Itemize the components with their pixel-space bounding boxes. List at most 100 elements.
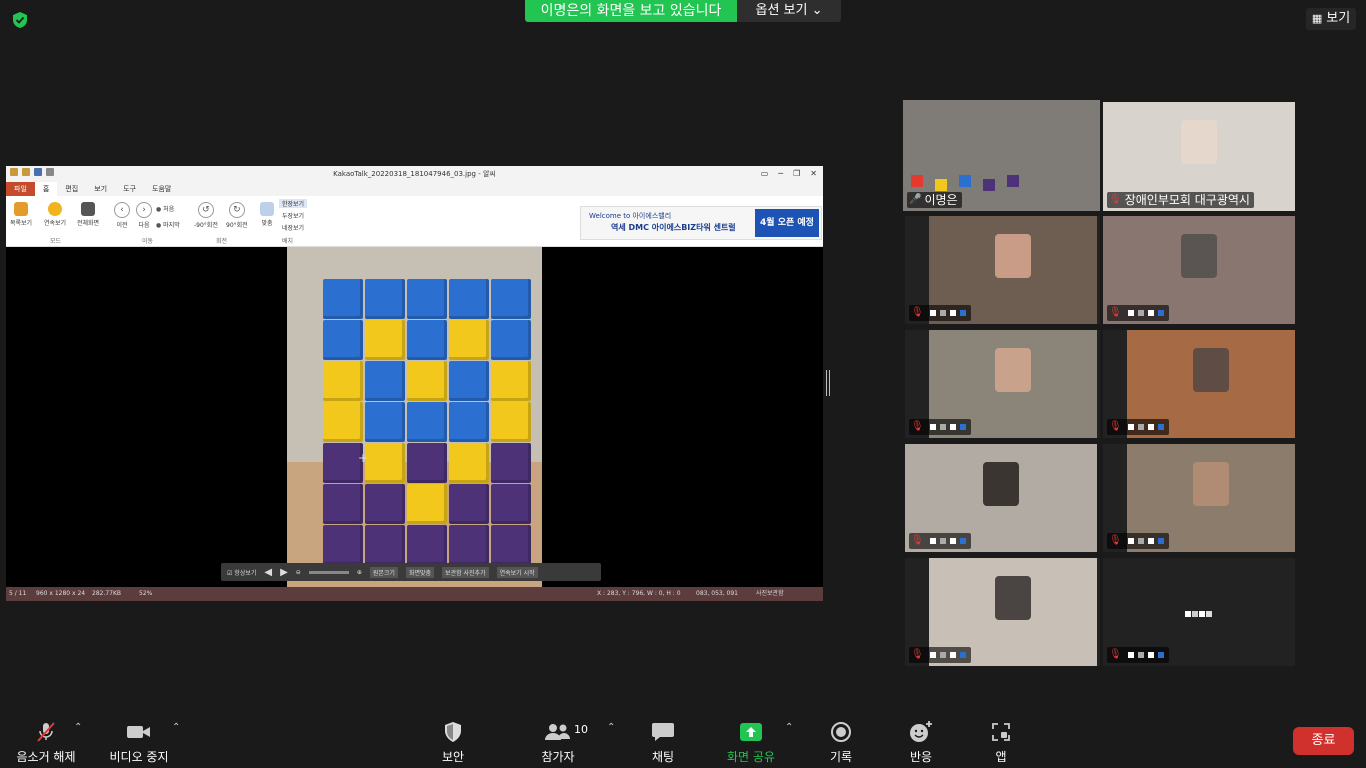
toy-cube	[1007, 175, 1019, 187]
last-button[interactable]: ● 마지막	[156, 220, 180, 229]
fit-screen-button[interactable]: 화면맞춤	[405, 566, 435, 578]
ad-banner[interactable]: Welcome to 아이에스밸리 역세 DMC 아이에스BIZ타워 센트럴 4…	[580, 206, 822, 240]
status-color: 083, 053, 091	[696, 590, 738, 597]
participant-tile[interactable]: 🎙	[905, 558, 1100, 666]
menu-view[interactable]: 보기	[86, 182, 115, 196]
app-icon	[10, 168, 18, 176]
participant-name: 장애인부모회 대구광역시	[1124, 193, 1250, 207]
obscured-name-block	[949, 652, 956, 658]
participant-tile[interactable]: 🎙	[1103, 444, 1295, 552]
toy-cube	[935, 179, 947, 191]
participant-tile[interactable]: 🎙	[1103, 216, 1295, 324]
close-icon[interactable]: ✕	[810, 166, 817, 182]
rotate-left-icon: ↺	[197, 202, 214, 218]
share-options-chevron-up-icon[interactable]: ⌃	[785, 722, 793, 733]
stop-video-button[interactable]: 비디오 중지	[106, 720, 172, 765]
chat-button[interactable]: 채팅	[649, 720, 677, 765]
participants-chevron-up-icon[interactable]: ⌃	[607, 722, 615, 733]
participant-tile[interactable]: 🎙	[905, 216, 1100, 324]
obscured-name-block	[949, 310, 956, 316]
toy-cube	[323, 484, 363, 524]
open-icon[interactable]	[22, 168, 30, 176]
participant-name-tag: 🎙	[1107, 419, 1169, 435]
end-meeting-button[interactable]: 종료	[1293, 727, 1354, 755]
always-on-checkbox[interactable]: ☑ 항상보기	[227, 568, 256, 577]
status-zoom: 52%	[139, 590, 153, 597]
slideshow-button[interactable]: 연속보기	[44, 202, 66, 227]
obscured-name-block	[939, 310, 946, 316]
reactions-button[interactable]: 반응	[906, 720, 936, 765]
save-icon[interactable]	[34, 168, 42, 176]
rotate-right-button[interactable]: ↻ 90°회전	[226, 202, 248, 229]
record-icon	[830, 720, 852, 744]
fit-button[interactable]: 맞춤	[260, 202, 274, 227]
participant-face	[1181, 234, 1217, 278]
minimize-icon[interactable]: ─	[778, 166, 783, 182]
start-slideshow-button[interactable]: 연속보기 시작	[496, 566, 538, 578]
security-shield-icon[interactable]	[11, 11, 29, 29]
security-button[interactable]: 보안	[436, 720, 470, 765]
maximize-icon[interactable]: ❐	[793, 166, 800, 182]
obscured-name-block	[959, 652, 966, 658]
rotate-right-icon: ↻	[228, 202, 245, 218]
participant-tile[interactable]: 🎙 장애인부모회 대구광역시	[1103, 102, 1295, 211]
next-button[interactable]: › 다음	[136, 202, 152, 229]
obscured-name-block	[1127, 424, 1134, 430]
rotate-left-button[interactable]: ↺ -90°회전	[194, 202, 218, 229]
prev-image-icon[interactable]: ◀	[264, 567, 272, 578]
share-screen-button[interactable]: 화면 공유	[724, 720, 778, 765]
add-to-album-button[interactable]: 보관함 사진추가	[442, 566, 489, 578]
restore-icon[interactable]: ▭	[761, 166, 769, 182]
toy-cube	[365, 443, 405, 483]
menu-edit[interactable]: 편집	[57, 182, 86, 196]
apps-button[interactable]: 앱	[990, 720, 1012, 765]
next-image-icon[interactable]: ▶	[280, 567, 288, 578]
two-view-option[interactable]: 두장보기	[282, 211, 304, 220]
fullscreen-label: 전체화면	[77, 220, 100, 227]
four-view-option[interactable]: 네장보기	[282, 223, 304, 232]
window-controls: ▭ ─ ❐ ✕	[761, 166, 817, 182]
displayed-photo	[287, 247, 542, 587]
zoom-out-icon[interactable]: ⊖	[296, 569, 301, 576]
toy-cube	[323, 361, 363, 401]
zoom-slider[interactable]	[308, 570, 349, 574]
participant-tile[interactable]: 🎙	[905, 330, 1100, 438]
participant-tile[interactable]: 🎙	[905, 444, 1097, 552]
apps-label: 앱	[995, 750, 1007, 764]
audio-options-chevron-up-icon[interactable]: ⌃	[74, 722, 82, 733]
crosshair-cursor: +	[358, 451, 369, 465]
zoom-in-icon[interactable]: ⊕	[357, 569, 362, 576]
menu-help[interactable]: 도움말	[144, 182, 179, 196]
toy-cube	[491, 279, 531, 319]
participants-button[interactable]: 참가자	[538, 720, 578, 765]
menu-file[interactable]: 파일	[6, 182, 35, 196]
fullscreen-button[interactable]: 전체화면	[77, 202, 99, 227]
menu-home[interactable]: 홈	[34, 182, 58, 196]
toy-cube	[959, 175, 971, 187]
record-button[interactable]: 기록	[826, 720, 856, 765]
view-layout-button[interactable]: ▦ 보기	[1306, 8, 1356, 30]
view-options-button[interactable]: 옵션 보기 ⌄	[737, 0, 841, 22]
participant-count: 10	[574, 723, 588, 736]
toy-cube	[491, 402, 531, 442]
unmute-button[interactable]: 음소거 해제	[14, 720, 78, 765]
toy-cube	[491, 361, 531, 401]
print-icon[interactable]	[46, 168, 54, 176]
last-icon: ●	[156, 222, 162, 229]
video-options-chevron-up-icon[interactable]: ⌃	[172, 722, 180, 733]
participant-tile[interactable]: 🎤 이명은	[903, 100, 1100, 211]
first-button[interactable]: ● 처음	[156, 204, 174, 213]
prev-button[interactable]: ‹ 이전	[114, 202, 130, 229]
resize-handle[interactable]	[826, 370, 830, 396]
participant-name-tag: 🎙	[909, 419, 971, 435]
original-size-button[interactable]: 원본크기	[369, 566, 398, 578]
list-view-button[interactable]: 목록보기	[10, 202, 32, 227]
toy-cube	[407, 443, 447, 483]
single-view-option[interactable]: 한장보기	[279, 199, 308, 208]
participant-tile[interactable]: 🎙	[1103, 330, 1295, 438]
participant-tile[interactable]: 🎙	[1103, 558, 1295, 666]
obscured-name-block	[1127, 538, 1134, 544]
obscured-name-block	[949, 424, 956, 430]
menu-tools[interactable]: 도구	[115, 182, 144, 196]
viewer-title-bar: KakaoTalk_20220318_181047946_03.jpg - 알씨	[6, 166, 823, 182]
